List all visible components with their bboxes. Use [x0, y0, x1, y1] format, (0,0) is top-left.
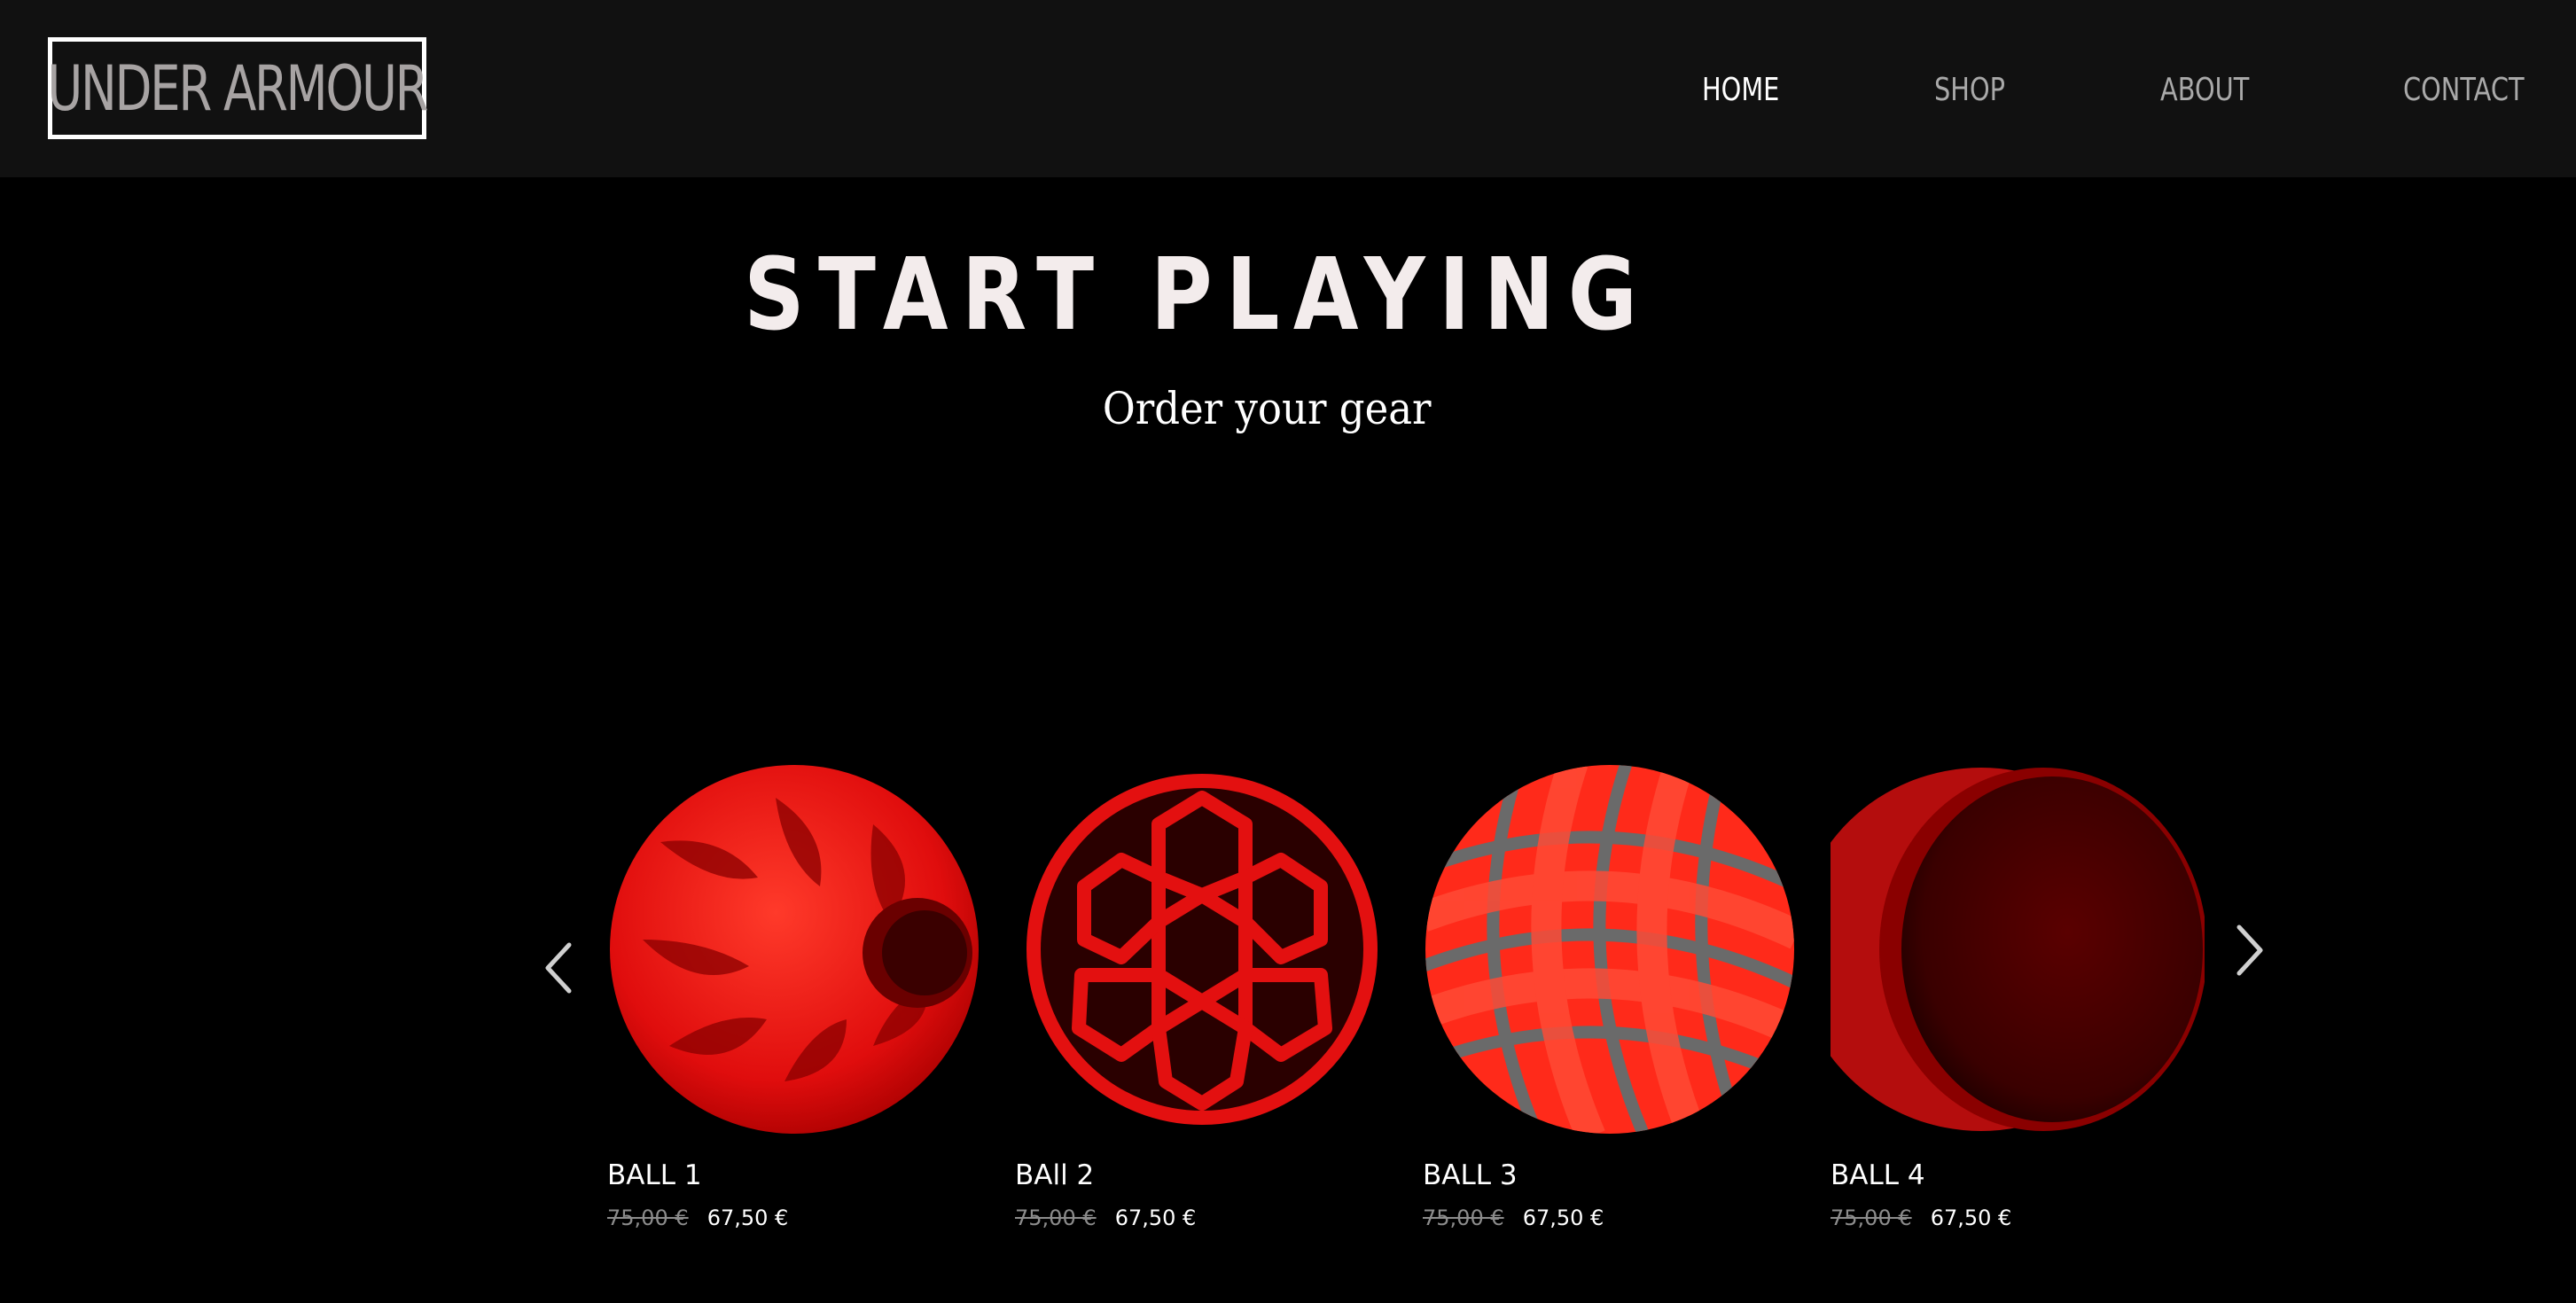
product-name[interactable]: BALL 3	[1423, 1159, 1518, 1191]
chevron-left-icon	[545, 942, 572, 994]
red-spiked-ball-image	[610, 765, 979, 1134]
nav-shop[interactable]: SHOP	[1934, 64, 2005, 117]
sale-price: 67,50 €	[1930, 1205, 2012, 1230]
product-card-ball-4[interactable]: BALL 4 75,00 € 67,50 €	[1831, 762, 2205, 1259]
price-row: 75,00 € 67,50 €	[607, 1205, 788, 1230]
product-image[interactable]	[1015, 762, 1389, 1136]
site-logo[interactable]: UNDER ARMOUR	[47, 37, 429, 139]
sale-price: 67,50 €	[1522, 1205, 1604, 1230]
hero-subtitle: Order your gear	[1102, 383, 1432, 434]
sale-price: 67,50 €	[706, 1205, 789, 1230]
logo-text: UNDER ARMOUR	[47, 51, 429, 125]
product-card-ball-1[interactable]: BALL 1 75,00 € 67,50 €	[607, 762, 981, 1259]
product-name[interactable]: BALL 4	[1831, 1159, 1925, 1191]
carousel-next-button[interactable]	[2223, 915, 2276, 986]
product-name[interactable]: BAll 2	[1015, 1159, 1094, 1191]
original-price: 75,00 €	[1015, 1205, 1097, 1230]
price-row: 75,00 € 67,50 €	[1423, 1205, 1604, 1230]
chevron-right-icon	[2236, 925, 2263, 976]
sale-price: 67,50 €	[1114, 1205, 1197, 1230]
product-image[interactable]	[1423, 762, 1797, 1136]
carousel-prev-button[interactable]	[532, 932, 585, 1003]
nav-contact[interactable]: CONTACT	[2403, 64, 2525, 117]
product-card-ball-3[interactable]: BALL 3 75,00 € 67,50 €	[1423, 762, 1797, 1259]
price-row: 75,00 € 67,50 €	[1831, 1205, 2011, 1230]
red-woven-ball-image	[1425, 765, 1794, 1134]
dark-red-disc-image	[1831, 768, 2205, 1131]
price-row: 75,00 € 67,50 €	[1015, 1205, 1196, 1230]
nav-home[interactable]: HOME	[1702, 64, 1779, 117]
product-card-ball-2[interactable]: BAll 2 75,00 € 67,50 €	[1015, 762, 1389, 1259]
original-price: 75,00 €	[1423, 1205, 1504, 1230]
hero-title: START PLAYING	[744, 238, 1651, 353]
product-image[interactable]	[607, 762, 981, 1136]
red-lattice-ball-image	[1026, 774, 1378, 1125]
nav-about[interactable]: ABOUT	[2160, 64, 2249, 117]
site-header: UNDER ARMOUR HOME SHOP ABOUT CONTACT	[0, 0, 2576, 177]
original-price: 75,00 €	[1831, 1205, 1912, 1230]
product-name[interactable]: BALL 1	[607, 1159, 702, 1191]
product-image[interactable]	[1831, 762, 2205, 1136]
original-price: 75,00 €	[607, 1205, 689, 1230]
